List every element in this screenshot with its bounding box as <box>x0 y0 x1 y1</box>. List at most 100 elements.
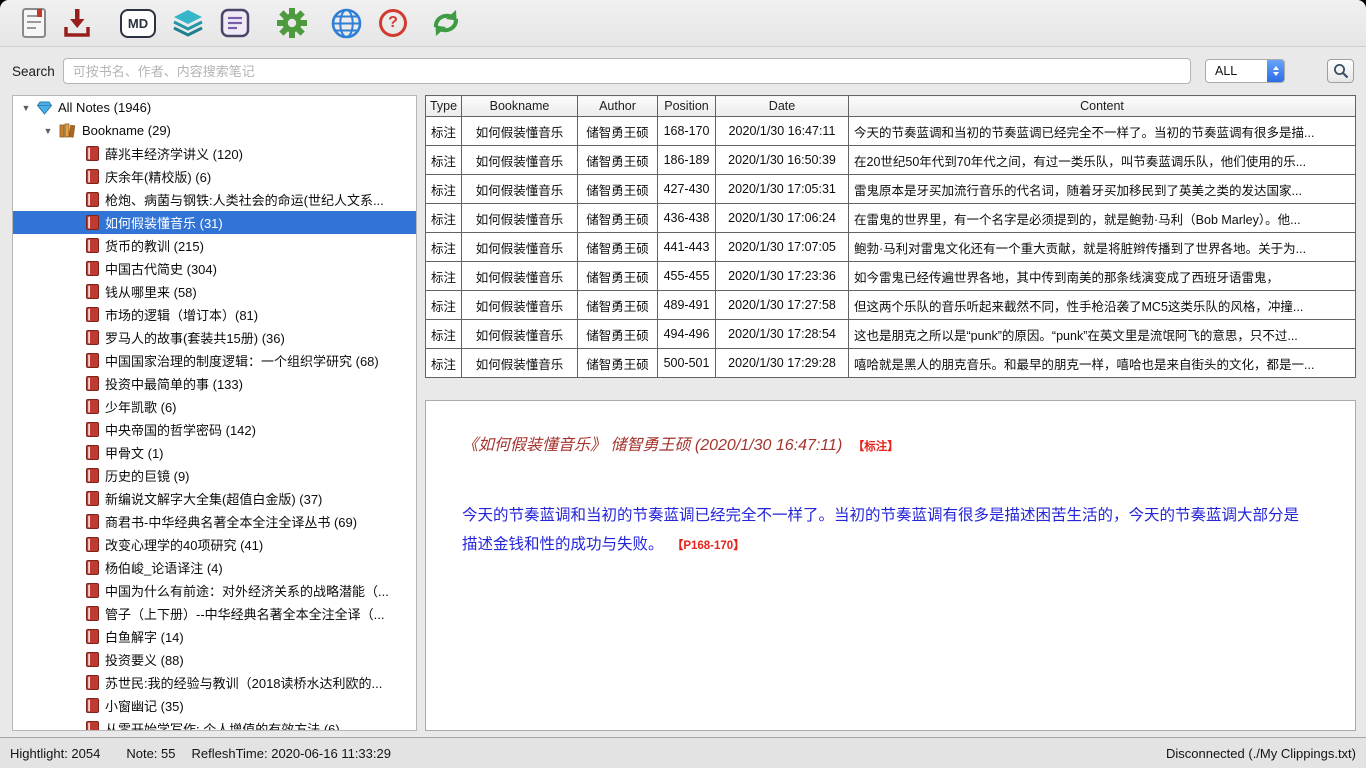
book-icon <box>86 468 99 483</box>
table-row[interactable]: 标注如何假装懂音乐储智勇王硕186-1892020/1/30 16:50:39在… <box>426 146 1356 175</box>
table-cell: 储智勇王硕 <box>578 320 658 349</box>
web-button[interactable] <box>330 5 363 41</box>
table-cell: 储智勇王硕 <box>578 204 658 233</box>
book-label: 历史的巨镜 (9) <box>105 466 190 485</box>
sidebar-book-item[interactable]: 白鱼解字 (14) <box>13 625 416 648</box>
book-label: 从零开始学写作: 个人增值的有效方法 (6) <box>105 719 340 731</box>
table-cell: 如何假装懂音乐 <box>462 204 578 233</box>
book-icon <box>86 698 99 713</box>
sidebar-book-item[interactable]: 小窗幽记 (35) <box>13 694 416 717</box>
book-label: 市场的逻辑（增订本）(81) <box>105 305 258 324</box>
status-note-count: Note: 55 <box>126 746 175 761</box>
sidebar-book-item[interactable]: 历史的巨镜 (9) <box>13 464 416 487</box>
sidebar-book-item[interactable]: 中国古代简史 (304) <box>13 257 416 280</box>
column-header[interactable]: Author <box>578 96 658 117</box>
sidebar-book-item[interactable]: 枪炮、病菌与钢铁:人类社会的命运(世纪人文系... <box>13 188 416 211</box>
sidebar-book-item[interactable]: 罗马人的故事(套装共15册) (36) <box>13 326 416 349</box>
table-body: 标注如何假装懂音乐储智勇王硕168-1702020/1/30 16:47:11今… <box>426 117 1356 378</box>
table-cell: 标注 <box>426 262 462 291</box>
sidebar-book-item[interactable]: 中国为什么有前途：对外经济关系的战略潜能（... <box>13 579 416 602</box>
tree-item-all-notes[interactable]: ▼ All Notes (1946) <box>13 96 416 119</box>
filter-select-value: ALL <box>1206 64 1267 78</box>
notebook-button[interactable] <box>220 5 250 41</box>
notebook-icon <box>220 8 250 38</box>
book-icon <box>86 399 99 414</box>
search-button[interactable] <box>1327 59 1354 83</box>
table-cell: 489-491 <box>658 291 716 320</box>
table-row[interactable]: 标注如何假装懂音乐储智勇王硕489-4912020/1/30 17:27:58但… <box>426 291 1356 320</box>
table-cell: 储智勇王硕 <box>578 291 658 320</box>
table-cell: 2020/1/30 17:23:36 <box>716 262 849 291</box>
status-bar: Hightlight: 2054 Note: 55 RefleshTime: 2… <box>0 737 1366 768</box>
sidebar-book-item[interactable]: 改变心理学的40项研究 (41) <box>13 533 416 556</box>
import-icon <box>62 7 92 39</box>
sidebar-book-item[interactable]: 投资中最简单的事 (133) <box>13 372 416 395</box>
table-row[interactable]: 标注如何假装懂音乐储智勇王硕436-4382020/1/30 17:06:24在… <box>426 204 1356 233</box>
table-row[interactable]: 标注如何假装懂音乐储智勇王硕427-4302020/1/30 17:05:31雷… <box>426 175 1356 204</box>
import-button[interactable] <box>62 5 92 41</box>
table-cell: 2020/1/30 16:47:11 <box>716 117 849 146</box>
book-icon <box>86 376 99 391</box>
sidebar-book-item[interactable]: 管子（上下册）--中华经典名著全本全注全译（... <box>13 602 416 625</box>
table-cell: 2020/1/30 16:50:39 <box>716 146 849 175</box>
table-cell: 2020/1/30 17:29:28 <box>716 349 849 378</box>
table-row[interactable]: 标注如何假装懂音乐储智勇王硕494-4962020/1/30 17:28:54这… <box>426 320 1356 349</box>
filter-select[interactable]: ALL <box>1205 59 1285 83</box>
table-cell: 2020/1/30 17:27:58 <box>716 291 849 320</box>
sidebar-book-item[interactable]: 市场的逻辑（增订本）(81) <box>13 303 416 326</box>
table-cell: 186-189 <box>658 146 716 175</box>
refresh-button[interactable] <box>429 5 463 41</box>
tree-item-bookname[interactable]: ▼ Bookname (29) <box>13 119 416 142</box>
table-row[interactable]: 标注如何假装懂音乐储智勇王硕441-4432020/1/30 17:07:05鲍… <box>426 233 1356 262</box>
column-header[interactable]: Bookname <box>462 96 578 117</box>
book-label: 白鱼解字 (14) <box>105 627 184 646</box>
column-header[interactable]: Position <box>658 96 716 117</box>
column-header[interactable]: Type <box>426 96 462 117</box>
disclosure-triangle-icon[interactable]: ▼ <box>43 126 53 136</box>
book-label: 苏世民:我的经验与教训（2018读桥水达利欧的... <box>105 673 382 692</box>
book-icon <box>86 537 99 552</box>
book-icon <box>86 514 99 529</box>
disclosure-triangle-icon[interactable]: ▼ <box>21 103 31 113</box>
clippings-button[interactable] <box>20 5 48 41</box>
book-icon <box>86 583 99 598</box>
sidebar-book-item[interactable]: 投资要义 (88) <box>13 648 416 671</box>
sidebar-book-item[interactable]: 中央帝国的哲学密码 (142) <box>13 418 416 441</box>
sidebar-book-item[interactable]: 钱从哪里来 (58) <box>13 280 416 303</box>
table-row[interactable]: 标注如何假装懂音乐储智勇王硕168-1702020/1/30 16:47:11今… <box>426 117 1356 146</box>
table-cell: 168-170 <box>658 117 716 146</box>
sidebar-book-item[interactable]: 从零开始学写作: 个人增值的有效方法 (6) <box>13 717 416 731</box>
sidebar-book-item[interactable]: 中国国家治理的制度逻辑：一个组织学研究 (68) <box>13 349 416 372</box>
book-icon <box>86 445 99 460</box>
table-cell: 在雷鬼的世界里，有一个名字是必须提到的，就是鲍勃·马利（Bob Marley）。… <box>849 204 1356 233</box>
settings-button[interactable] <box>276 5 308 41</box>
search-input[interactable] <box>63 58 1191 84</box>
sidebar-book-item[interactable]: 薛兆丰经济学讲义 (120) <box>13 142 416 165</box>
book-label: 甲骨文 (1) <box>105 443 164 462</box>
table-row[interactable]: 标注如何假装懂音乐储智勇王硕455-4552020/1/30 17:23:36如… <box>426 262 1356 291</box>
sidebar-book-item[interactable]: 商君书-中华经典名著全本全注全译丛书 (69) <box>13 510 416 533</box>
book-label: 杨伯峻_论语译注 (4) <box>105 558 223 577</box>
sidebar-book-item[interactable]: 苏世民:我的经验与教训（2018读桥水达利欧的... <box>13 671 416 694</box>
toolbar: MD ? <box>0 0 1366 47</box>
sidebar-book-item[interactable]: 甲骨文 (1) <box>13 441 416 464</box>
sidebar-book-item[interactable]: 少年凯歌 (6) <box>13 395 416 418</box>
sidebar-book-item[interactable]: 如何假装懂音乐 (31) <box>13 211 416 234</box>
markdown-button[interactable]: MD <box>120 5 156 41</box>
sidebar-book-item[interactable]: 新编说文解字大全集(超值白金版) (37) <box>13 487 416 510</box>
table-cell: 如何假装懂音乐 <box>462 175 578 204</box>
sidebar-book-item[interactable]: 庆余年(精校版) (6) <box>13 165 416 188</box>
layers-button[interactable] <box>172 5 204 41</box>
book-icon <box>86 353 99 368</box>
table-cell: 储智勇王硕 <box>578 146 658 175</box>
column-header[interactable]: Content <box>849 96 1356 117</box>
detail-pane: 《如何假装懂音乐》 储智勇王硕 (2020/1/30 16:47:11) 【标注… <box>425 400 1356 731</box>
sidebar-book-item[interactable]: 货币的教训 (215) <box>13 234 416 257</box>
column-header[interactable]: Date <box>716 96 849 117</box>
globe-icon <box>330 7 363 40</box>
sidebar-book-item[interactable]: 杨伯峻_论语译注 (4) <box>13 556 416 579</box>
help-button[interactable]: ? <box>379 5 407 41</box>
table-row[interactable]: 标注如何假装懂音乐储智勇王硕500-5012020/1/30 17:29:28嘻… <box>426 349 1356 378</box>
table-cell: 标注 <box>426 175 462 204</box>
table-cell: 如何假装懂音乐 <box>462 320 578 349</box>
